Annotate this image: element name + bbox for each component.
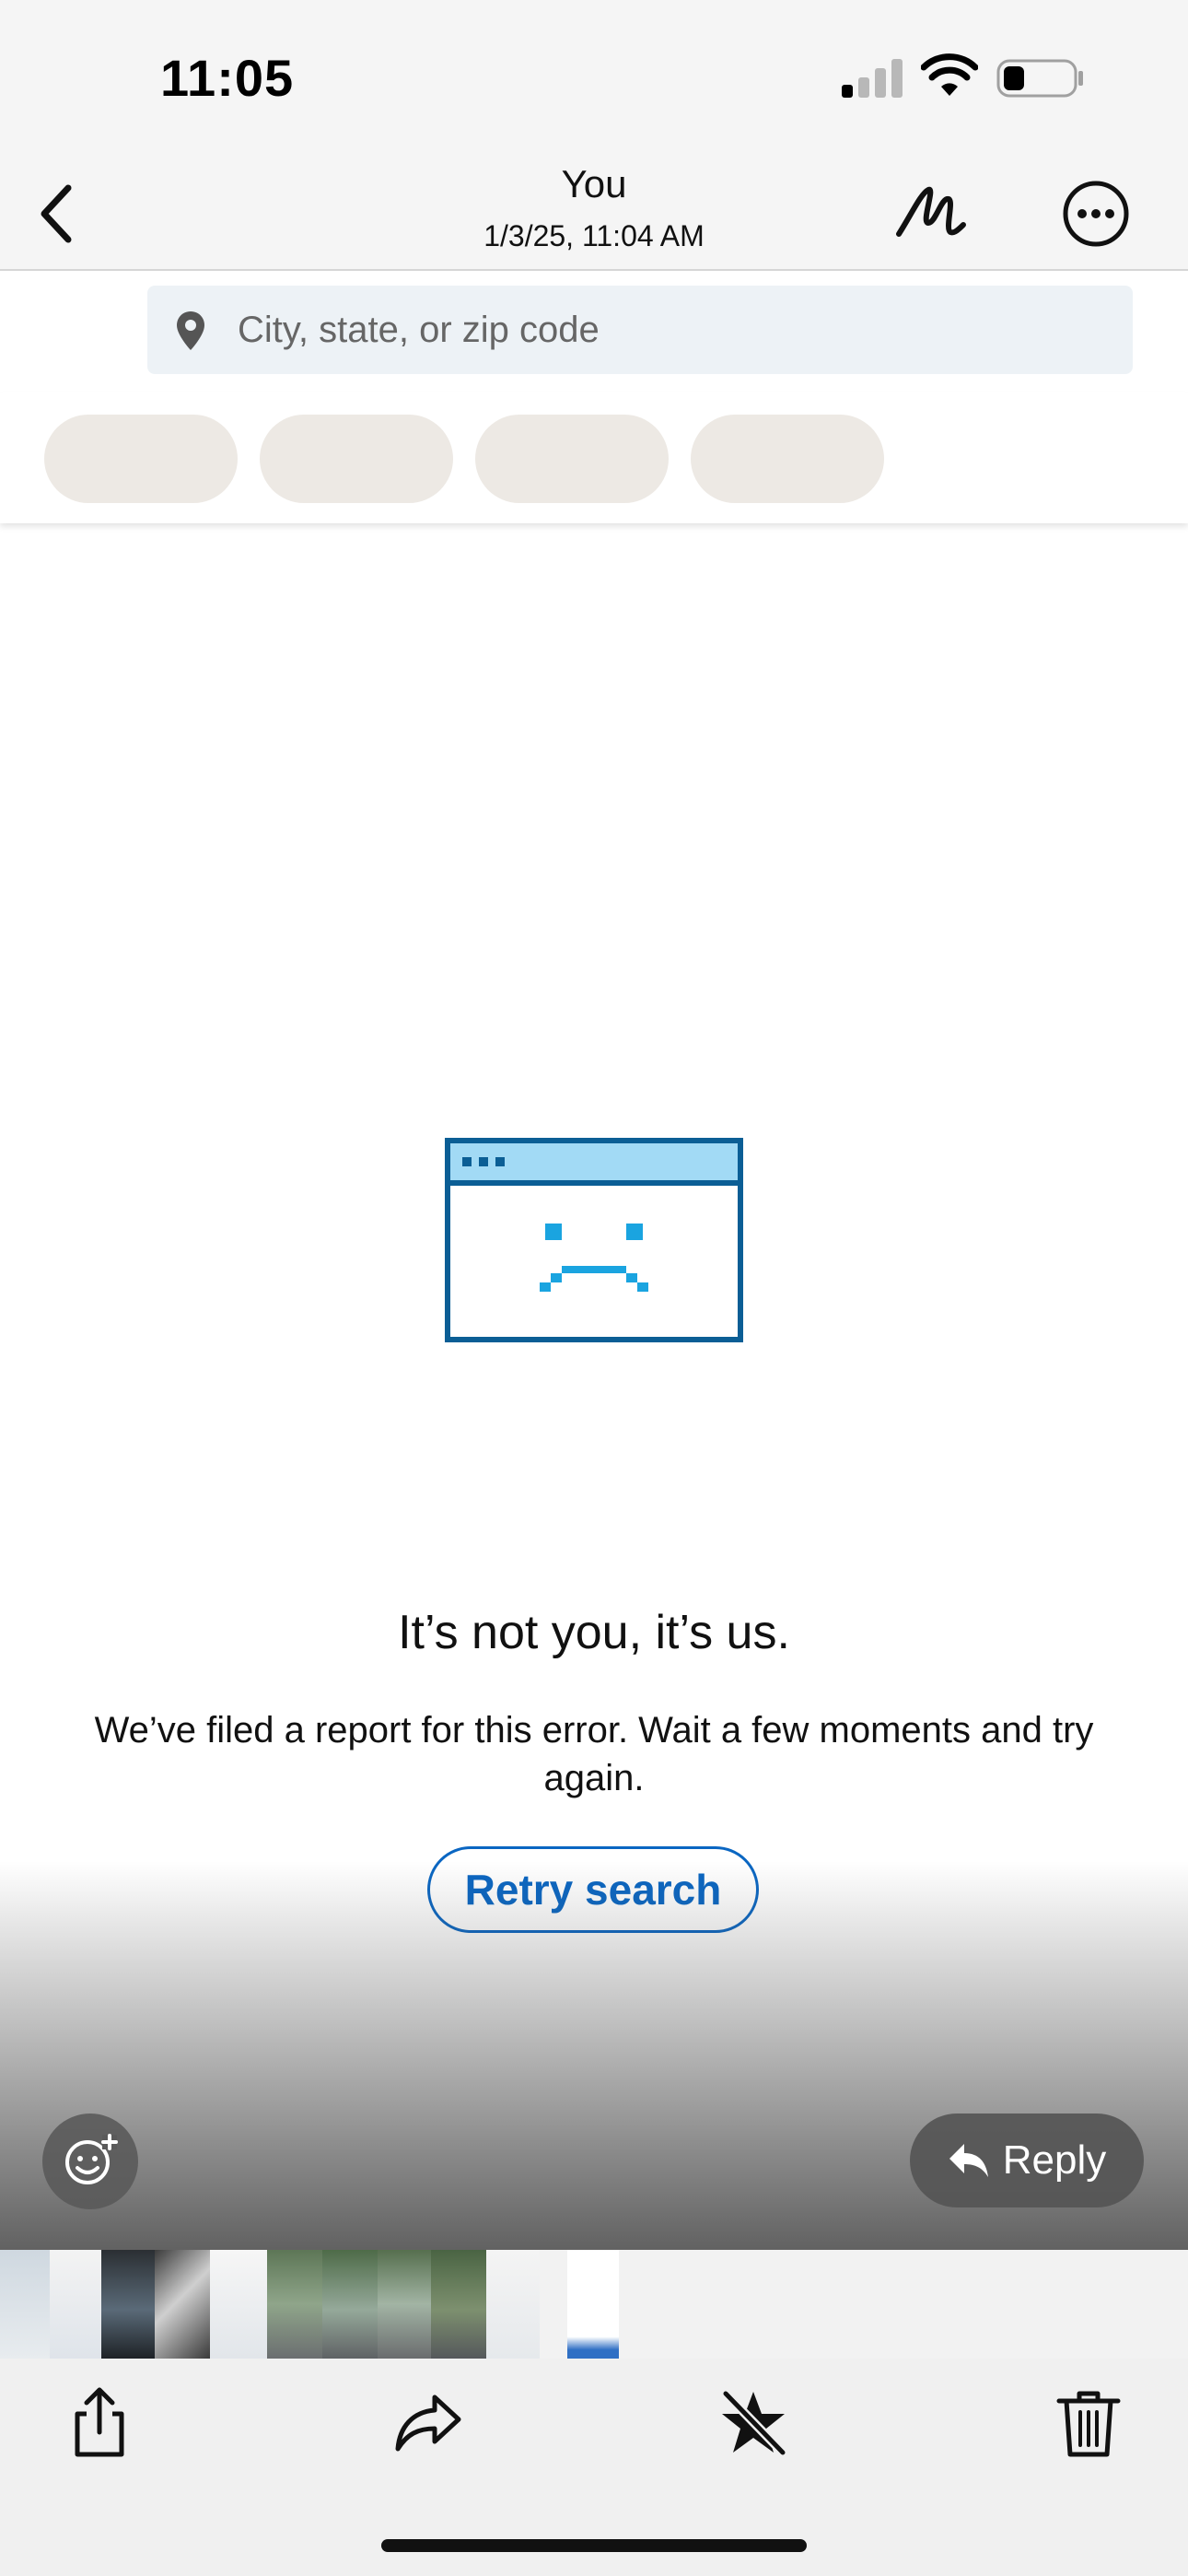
thumbnail[interactable] (322, 2250, 378, 2359)
status-time: 11:05 (160, 49, 295, 107)
error-title: It’s not you, it’s us. (398, 1606, 790, 1659)
thumbnail[interactable] (486, 2250, 540, 2359)
filter-chip-placeholder (475, 415, 669, 503)
reply-arrow-icon (949, 2144, 988, 2177)
thumbnail[interactable] (155, 2250, 210, 2359)
wifi-icon (921, 53, 978, 96)
thumbnail[interactable] (0, 2250, 50, 2359)
reply-button[interactable]: Reply (910, 2113, 1144, 2207)
thumbnail[interactable] (101, 2250, 155, 2359)
thumbnail-selected[interactable] (567, 2250, 619, 2359)
location-pin-icon (177, 311, 204, 350)
filter-chips-row (0, 392, 1188, 523)
cellular-signal-icon (842, 59, 903, 98)
thumbnail[interactable] (50, 2250, 101, 2359)
sad-browser-window-icon (445, 1138, 743, 1342)
filter-chip-placeholder (691, 415, 884, 503)
reply-label: Reply (1002, 2137, 1107, 2183)
thumbnail[interactable] (431, 2250, 486, 2359)
header-timestamp: 1/3/25, 11:04 AM (483, 219, 705, 252)
location-search-bar: City, state, or zip code (0, 271, 1188, 389)
error-message: We’ve filed a report for this error. Wai… (94, 1710, 1094, 1798)
markup-pen-icon[interactable] (893, 177, 967, 247)
thumbnail-strip (0, 2250, 1188, 2359)
trash-icon[interactable] (1052, 2386, 1125, 2460)
home-indicator (381, 2539, 807, 2552)
thumbnail[interactable] (267, 2250, 322, 2359)
filter-chip-placeholder (44, 415, 238, 503)
thumbnail[interactable] (210, 2250, 267, 2359)
add-reaction-button[interactable] (42, 2113, 138, 2209)
share-icon[interactable] (63, 2386, 136, 2460)
search-placeholder: City, state, or zip code (238, 310, 600, 350)
star-slash-icon[interactable] (716, 2386, 790, 2460)
location-search-input[interactable]: City, state, or zip code (147, 286, 1133, 374)
forward-icon[interactable] (392, 2386, 466, 2460)
status-bar: 11:05 (0, 0, 1188, 157)
thumbnail[interactable] (378, 2250, 431, 2359)
photo-viewer-header: You 1/3/25, 11:04 AM (0, 157, 1188, 271)
battery-icon (996, 59, 1083, 98)
emoji-add-icon (65, 2134, 118, 2184)
filter-chip-placeholder (260, 415, 453, 503)
more-ellipsis-icon[interactable] (1059, 177, 1133, 251)
header-title: You (561, 162, 627, 205)
